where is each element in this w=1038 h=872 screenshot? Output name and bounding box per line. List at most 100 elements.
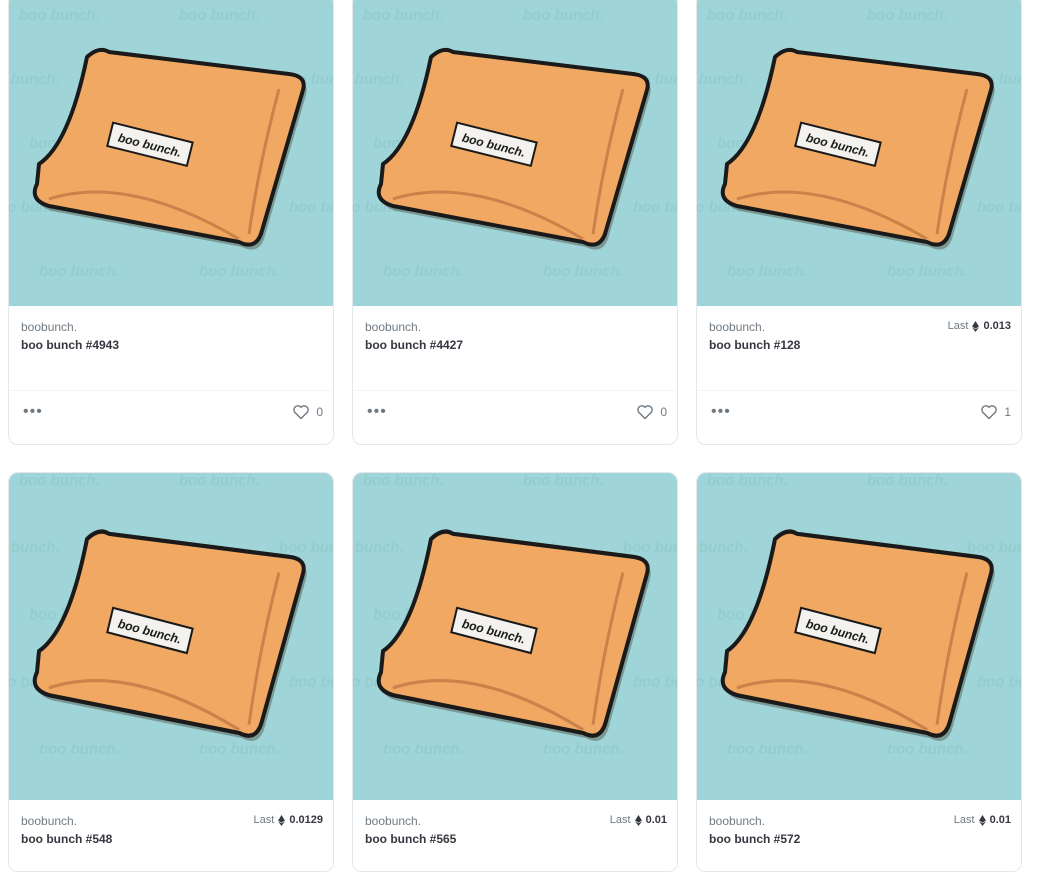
asset-image[interactable]: boo bunch. boo bunch. boo bunch. boo bunch… xyxy=(353,0,678,306)
more-horizontal-icon[interactable]: ••• xyxy=(367,403,387,421)
asset-grid: boo bunch. boo bunch. boo bunch. boo bunch… xyxy=(0,0,1038,872)
asset-image[interactable]: boo bunch. boo bunch. boo bunch. boo bunch… xyxy=(9,473,334,800)
card-footer: ••• 1 xyxy=(697,390,1021,433)
svg-text:boo bunch.: boo bunch. xyxy=(383,263,464,280)
price-value: 0.013 xyxy=(983,320,1011,332)
heart-outline-icon xyxy=(637,405,654,420)
price-value: 0.01 xyxy=(645,814,667,826)
price-label: Last xyxy=(253,814,275,826)
favorite-count: 1 xyxy=(1004,405,1011,419)
favorite-button[interactable]: 0 xyxy=(636,404,667,420)
last-price: Last 0.01 xyxy=(954,814,1011,826)
svg-text:boo bunch.: boo bunch. xyxy=(977,674,1022,691)
svg-text:boo bunch.: boo bunch. xyxy=(633,199,678,216)
collection-name[interactable]: boobunch. xyxy=(709,814,765,828)
ethereum-icon xyxy=(634,814,642,826)
collection-name[interactable]: boobunch. xyxy=(21,814,77,828)
svg-text:boo bunch.: boo bunch. xyxy=(353,71,404,88)
asset-card[interactable]: boo bunch. boo bunch. boo bunch. boo bunch… xyxy=(352,0,678,445)
asset-info[interactable]: boobunch. boo bunch #4943 xyxy=(9,306,333,390)
svg-text:boo bunch.: boo bunch. xyxy=(363,473,444,490)
asset-name[interactable]: boo bunch #565 xyxy=(365,832,456,846)
svg-text:boo bunch.: boo bunch. xyxy=(523,7,604,24)
svg-text:boo bunch.: boo bunch. xyxy=(279,539,334,556)
svg-text:boo bunch.: boo bunch. xyxy=(363,7,444,24)
card-footer: ••• 0 xyxy=(9,390,333,433)
svg-text:boo bunch.: boo bunch. xyxy=(707,7,788,24)
svg-text:boo bunch.: boo bunch. xyxy=(727,741,808,758)
asset-info[interactable]: boobunch. boo bunch #128 Last 0.013 xyxy=(697,306,1021,390)
price-value: 0.01 xyxy=(989,814,1011,826)
asset-card[interactable]: boo bunch. boo bunch. boo bunch. boo bunch… xyxy=(352,472,678,872)
collection-name[interactable]: boobunch. xyxy=(709,320,765,334)
asset-image[interactable]: boo bunch. boo bunch. boo bunch. boo bunch… xyxy=(9,0,334,306)
svg-text:boo bunch.: boo bunch. xyxy=(523,473,604,490)
svg-text:boo bunch.: boo bunch. xyxy=(353,539,404,556)
asset-info[interactable]: boobunch. boo bunch #565 Last 0.01 xyxy=(353,800,677,871)
svg-text:boo bunch.: boo bunch. xyxy=(199,263,280,280)
price-value: 0.0129 xyxy=(289,814,323,826)
svg-text:boo bunch.: boo bunch. xyxy=(707,473,788,490)
svg-text:boo bunch.: boo bunch. xyxy=(967,539,1022,556)
svg-text:boo bunch.: boo bunch. xyxy=(697,71,748,88)
svg-text:boo bunch.: boo bunch. xyxy=(179,7,260,24)
favorite-count: 0 xyxy=(316,405,323,419)
asset-card[interactable]: boo bunch. boo bunch. boo bunch. boo bunch… xyxy=(8,472,334,872)
asset-card[interactable]: boo bunch. boo bunch. boo bunch. boo bunch… xyxy=(8,0,334,445)
svg-text:boo bunch.: boo bunch. xyxy=(697,539,748,556)
collection-name[interactable]: boobunch. xyxy=(365,814,421,828)
svg-text:boo bunch.: boo bunch. xyxy=(623,539,678,556)
svg-text:boo bunch.: boo bunch. xyxy=(19,473,100,490)
asset-card[interactable]: boo bunch. boo bunch. boo bunch. boo bunch… xyxy=(696,0,1022,445)
svg-text:boo bunch.: boo bunch. xyxy=(179,473,260,490)
asset-name[interactable]: boo bunch #128 xyxy=(709,338,800,352)
card-footer: ••• 0 xyxy=(353,390,677,433)
asset-info[interactable]: boobunch. boo bunch #572 Last 0.01 xyxy=(697,800,1021,871)
price-label: Last xyxy=(947,320,969,332)
collection-name[interactable]: boobunch. xyxy=(21,320,77,334)
ethereum-icon xyxy=(278,814,286,826)
more-horizontal-icon[interactable]: ••• xyxy=(23,403,43,421)
favorite-button[interactable]: 0 xyxy=(292,404,323,420)
svg-text:boo bunch.: boo bunch. xyxy=(19,7,100,24)
svg-text:boo bunch.: boo bunch. xyxy=(39,741,120,758)
asset-image[interactable]: boo bunch. boo bunch. boo bunch. boo bunch… xyxy=(697,473,1022,800)
ethereum-icon xyxy=(972,320,980,332)
svg-text:boo bunch.: boo bunch. xyxy=(543,741,624,758)
svg-text:boo bunch.: boo bunch. xyxy=(9,71,60,88)
svg-text:boo bunch.: boo bunch. xyxy=(633,674,678,691)
price-label: Last xyxy=(953,814,975,826)
ethereum-icon xyxy=(978,814,986,826)
collection-name[interactable]: boobunch. xyxy=(365,320,421,334)
heart-outline-icon xyxy=(981,405,998,420)
asset-info[interactable]: boobunch. boo bunch #4427 xyxy=(353,306,677,390)
more-horizontal-icon[interactable]: ••• xyxy=(711,403,731,421)
svg-text:boo bunch.: boo bunch. xyxy=(887,263,968,280)
svg-text:boo bunch.: boo bunch. xyxy=(39,263,120,280)
svg-text:boo bunch.: boo bunch. xyxy=(289,199,334,216)
asset-name[interactable]: boo bunch #548 xyxy=(21,832,112,846)
favorite-button[interactable]: 1 xyxy=(980,404,1011,420)
svg-text:boo bunch.: boo bunch. xyxy=(199,741,280,758)
asset-info[interactable]: boobunch. boo bunch #548 Last 0.0129 xyxy=(9,800,333,871)
last-price: Last 0.013 xyxy=(948,320,1011,332)
svg-text:boo bunch.: boo bunch. xyxy=(289,674,334,691)
asset-name[interactable]: boo bunch #4427 xyxy=(365,338,463,352)
svg-text:boo bunch.: boo bunch. xyxy=(383,741,464,758)
svg-text:boo bunch.: boo bunch. xyxy=(727,263,808,280)
asset-name[interactable]: boo bunch #572 xyxy=(709,832,800,846)
asset-image[interactable]: boo bunch. boo bunch. boo bunch. boo bunch… xyxy=(697,0,1022,306)
asset-image[interactable]: boo bunch. boo bunch. boo bunch. boo bunch… xyxy=(353,473,678,800)
svg-text:boo bunch.: boo bunch. xyxy=(9,539,60,556)
svg-text:boo bunch.: boo bunch. xyxy=(867,7,948,24)
last-price: Last 0.01 xyxy=(610,814,667,826)
price-label: Last xyxy=(609,814,631,826)
svg-text:boo bunch.: boo bunch. xyxy=(977,199,1022,216)
svg-text:boo bunch.: boo bunch. xyxy=(543,263,624,280)
asset-card[interactable]: boo bunch. boo bunch. boo bunch. boo bunch… xyxy=(696,472,1022,872)
heart-outline-icon xyxy=(293,405,310,420)
asset-name[interactable]: boo bunch #4943 xyxy=(21,338,119,352)
last-price: Last 0.0129 xyxy=(254,814,323,826)
favorite-count: 0 xyxy=(660,405,667,419)
svg-text:boo bunch.: boo bunch. xyxy=(867,473,948,490)
